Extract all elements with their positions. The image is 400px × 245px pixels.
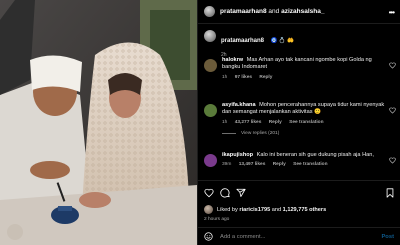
instagram-post-view: pratamaarhan8 and azizahsalsha_ ••• prat… (0, 0, 400, 245)
view-replies-label: View replies (201) (241, 130, 280, 136)
comment-meta: 1h 43,277 likes Reply See translation (222, 120, 387, 125)
comment-likes[interactable]: 43,277 likes (235, 120, 262, 125)
caption-avatar[interactable] (204, 30, 216, 42)
post-header: pratamaarhan8 and azizahsalsha_ ••• (198, 0, 400, 24)
comment-text: halokrw Mas Arhan ayo tak kancani ngombe… (222, 57, 387, 72)
share-icon[interactable] (236, 188, 246, 198)
like-comment-heart-icon[interactable] (389, 157, 396, 164)
comment-body: Mas Arhan ayo tak kancani ngombe kopi Go… (222, 57, 372, 71)
author-link-2[interactable]: azizahsalsha_ (281, 8, 324, 15)
comment-avatar[interactable] (204, 59, 217, 72)
post-photo[interactable] (0, 0, 197, 245)
comment-meta: 39m 13,497 likes Reply See translation (222, 162, 387, 167)
see-translation-button[interactable]: See translation (289, 120, 323, 125)
comment-time: 1h (222, 119, 228, 125)
comment-time: 1h (222, 74, 228, 80)
caption-username[interactable]: pratamaarhan8 (221, 38, 264, 44)
replies-divider (222, 132, 236, 134)
comment-likes[interactable]: 13,497 likes (239, 162, 266, 167)
heart-icon[interactable] (204, 188, 214, 198)
post-caption: pratamaarhan8 🧿 💍 🤲 2h (204, 29, 294, 58)
comment-item: ikapujishop Kalo ini beneran sih gue duk… (204, 152, 396, 167)
see-translation-button[interactable]: See translation (293, 162, 327, 167)
like-comment-heart-icon[interactable] (389, 62, 396, 69)
avatar[interactable] (204, 6, 215, 17)
liked-by-user[interactable]: riaricis1795 (239, 207, 270, 213)
comment-meta: 1h 97 likes Reply (222, 75, 387, 80)
liked-by-avatar[interactable] (204, 205, 213, 214)
comment-item: asyifa.khana Mohon pencerahannya supaya … (204, 102, 396, 136)
comment-input[interactable] (220, 233, 360, 240)
comment-avatar[interactable] (204, 104, 217, 117)
view-replies-button[interactable]: View replies (201) (222, 131, 387, 136)
liked-by: Liked by riaricis1795 and 1,129,775 othe… (204, 205, 395, 214)
author-link-1[interactable]: pratamaarhan8 (220, 8, 267, 15)
liked-by-text: Liked by riaricis1795 and 1,129,775 othe… (217, 207, 326, 213)
author-connector: and (268, 8, 280, 15)
comment-text: asyifa.khana Mohon pencerahannya supaya … (222, 102, 387, 117)
emoji-icon[interactable] (204, 232, 213, 241)
reply-button[interactable]: Reply (269, 120, 282, 125)
comment-likes[interactable]: 97 likes (235, 75, 252, 80)
comment-item: halokrw Mas Arhan ayo tak kancani ngombe… (204, 57, 396, 80)
comment-username[interactable]: asyifa.khana (222, 102, 256, 108)
reply-button[interactable]: Reply (273, 162, 286, 167)
add-comment-bar: Post (198, 227, 400, 245)
liked-by-and: and (271, 206, 282, 213)
comment-avatar[interactable] (204, 154, 217, 167)
comment-username[interactable]: ikapujishop (222, 152, 253, 158)
post-timestamp: 2 hours ago (204, 217, 230, 222)
liked-by-count[interactable]: 1,129,775 others (283, 207, 327, 213)
like-comment-heart-icon[interactable] (389, 107, 396, 114)
post-button[interactable]: Post (381, 234, 394, 240)
comment-username[interactable]: halokrw (222, 57, 243, 63)
reply-button[interactable]: Reply (259, 75, 272, 80)
liked-by-prefix: Liked by (217, 206, 238, 213)
more-options-icon[interactable]: ••• (389, 8, 395, 17)
comments-panel: pratamaarhan8 and azizahsalsha_ ••• prat… (197, 0, 400, 245)
post-actions: Liked by riaricis1795 and 1,129,775 othe… (198, 180, 400, 222)
wedding-photo-illustration (0, 0, 197, 245)
caption-text: 🧿 💍 🤲 (270, 38, 295, 44)
bookmark-icon[interactable] (385, 188, 395, 198)
action-icons (204, 187, 395, 199)
comment-icon[interactable] (220, 188, 230, 198)
comment-body: Kalo ini beneran sih gue dukung pisah aj… (256, 152, 374, 158)
comment-text: ikapujishop Kalo ini beneran sih gue duk… (222, 152, 387, 159)
comment-time: 39m (222, 162, 232, 168)
post-authors: pratamaarhan8 and azizahsalsha_ (220, 8, 324, 15)
